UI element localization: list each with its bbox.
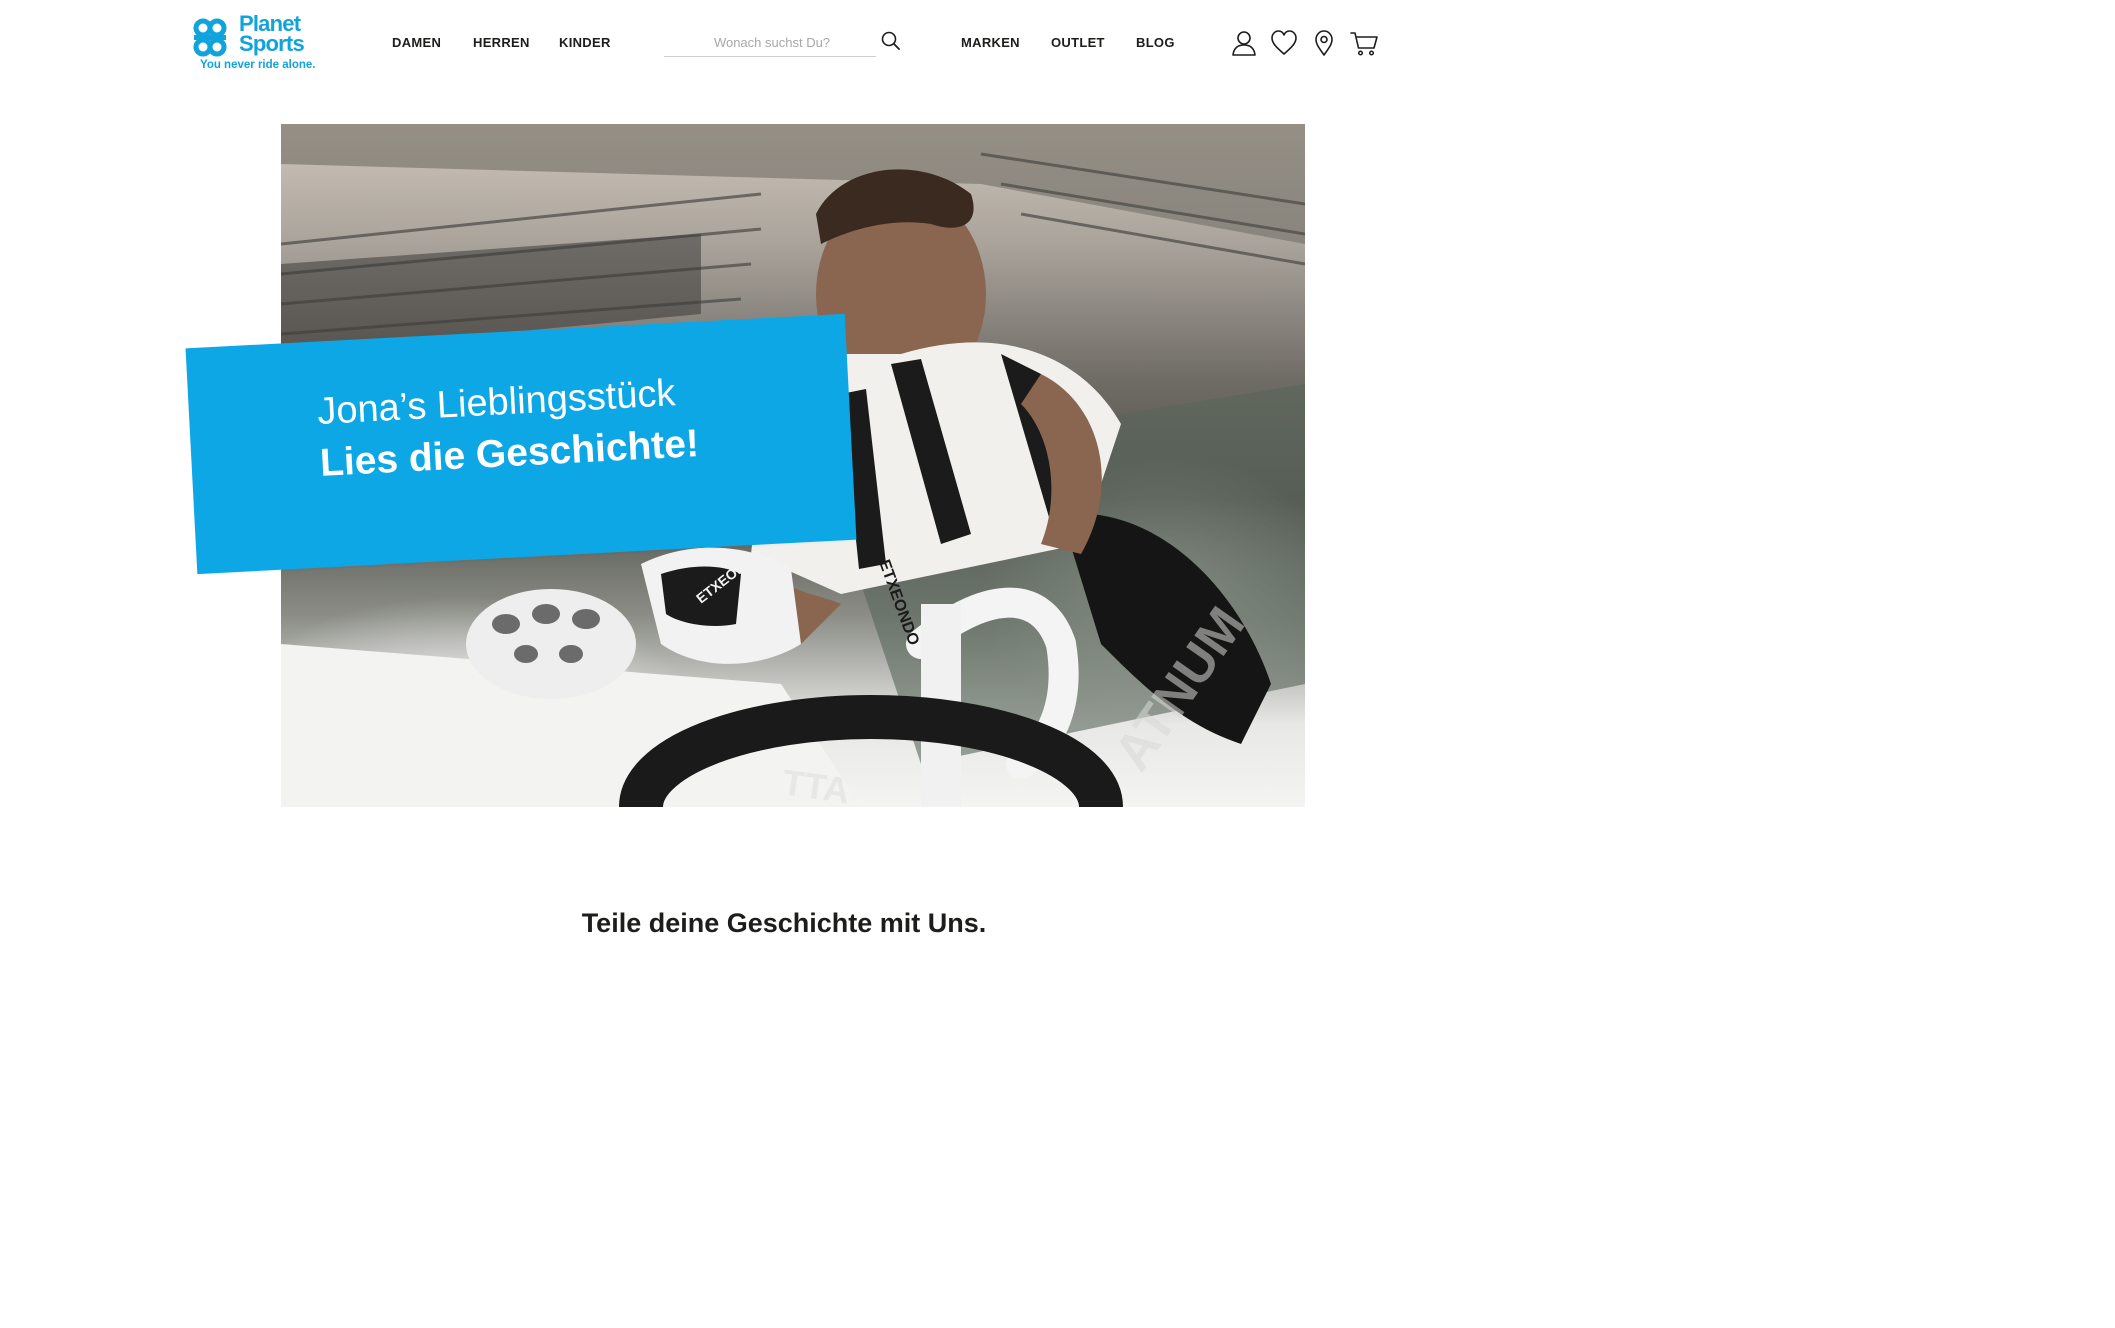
search-field (664, 28, 880, 57)
nav-item-herren[interactable]: HERREN (473, 35, 530, 50)
nav-item-damen[interactable]: DAMEN (392, 35, 441, 50)
search-icon[interactable] (880, 30, 902, 52)
nav-item-kinder-label: KINDER (559, 35, 611, 50)
search-input[interactable] (664, 28, 880, 56)
nav-item-kinder[interactable]: KINDER (559, 35, 611, 50)
user-icon[interactable] (1230, 29, 1258, 57)
heart-icon[interactable] (1270, 29, 1298, 57)
nav-item-herren-label: HERREN (473, 35, 530, 50)
nav-item-marken[interactable]: MARKEN (961, 35, 1020, 50)
nav-item-outlet[interactable]: OUTLET (1051, 35, 1105, 50)
logo-wordmark: Planet Sports (239, 13, 305, 56)
site-header: Planet Sports You never ride alone. DAME… (0, 0, 1568, 90)
planet-sports-logo[interactable]: Planet Sports You never ride alone. (192, 13, 322, 76)
location-pin-icon[interactable] (1310, 29, 1338, 57)
nav-item-damen-label: DAMEN (392, 35, 442, 50)
cart-icon[interactable] (1350, 29, 1378, 57)
share-story-heading: Teile deine Geschichte mit Uns. (581, 908, 987, 938)
hero-image-text-tire: TTA (780, 761, 852, 807)
nav-item-blog[interactable]: BLOG (1136, 35, 1175, 50)
nav-item-marken-label: MARKEN (961, 35, 1020, 50)
nav-item-outlet-label: OUTLET (1051, 35, 1105, 50)
logo-tagline: You never ride alone. (200, 59, 316, 71)
logo-word-sports: Sports (239, 31, 305, 56)
nav-item-blog-label: BLOG (1136, 35, 1175, 50)
logo-mark-icon (193, 18, 227, 57)
